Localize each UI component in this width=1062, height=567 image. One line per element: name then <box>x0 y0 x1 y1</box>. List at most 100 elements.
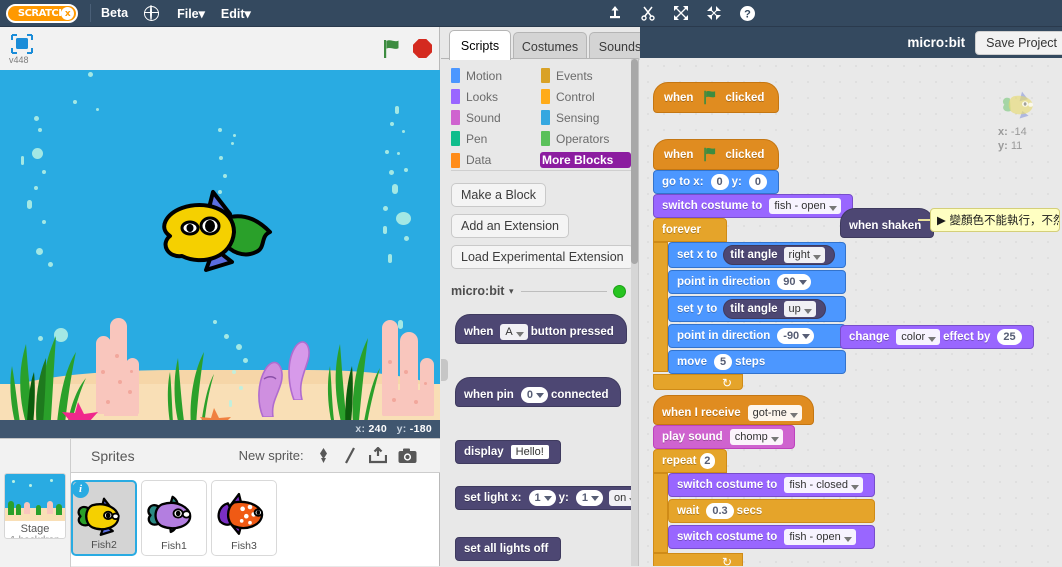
go-to-x-input[interactable]: 0 <box>710 174 729 190</box>
scratch-logo[interactable]: SCRATCH x <box>6 3 78 23</box>
stage[interactable]: x: 240 y: -180 <box>0 70 440 438</box>
palette-scrollbar-thumb[interactable] <box>631 59 638 264</box>
category-events[interactable]: Events <box>541 68 631 83</box>
move-steps-input[interactable]: 5 <box>714 354 733 370</box>
upload-sprite-icon[interactable] <box>368 447 387 464</box>
costume-dropdown[interactable]: fish - closed <box>784 477 864 493</box>
category-pen[interactable]: Pen <box>451 131 541 146</box>
block-when-flag-clicked-1[interactable]: when clicked <box>653 82 780 113</box>
wait-secs-input[interactable]: 0.3 <box>706 503 734 519</box>
block-switch-costume-2[interactable]: switch costume to fish - closed <box>668 473 876 497</box>
block-palette[interactable]: Motion Events Looks Control Sound Sensin… <box>441 58 639 566</box>
save-project-button[interactable]: Save Project <box>975 30 1062 55</box>
message-dropdown[interactable]: got-me <box>747 405 802 421</box>
stage-thumbnail[interactable]: Stage 1 backdrop <box>4 473 66 539</box>
sprite-card-fish2[interactable]: i Fish2 <box>71 480 137 556</box>
reporter-tilt-angle-up[interactable]: tilt angle up <box>723 299 826 319</box>
shrink-icon[interactable] <box>706 5 722 21</box>
effect-dropdown[interactable]: color <box>896 329 941 345</box>
display-text-input[interactable]: Hello! <box>510 445 549 459</box>
sound-dropdown[interactable]: chomp <box>729 429 783 445</box>
green-flag-icon[interactable] <box>382 39 404 62</box>
block-set-y-to[interactable]: set y to tilt angle up <box>668 296 846 322</box>
bubble <box>404 236 409 241</box>
script-comment[interactable]: ▶ 變顏色不能執行，不然... <box>930 208 1060 232</box>
bubble <box>231 142 234 145</box>
reporter-tilt-angle-right[interactable]: tilt angle right <box>723 245 835 265</box>
extension-name-label: micro:bit <box>451 284 505 298</box>
repeat-count-input[interactable]: 2 <box>699 453 715 469</box>
block-when-flag-clicked-2[interactable]: when clicked <box>653 139 780 170</box>
block-forever[interactable]: forever set x to tilt angle right point … <box>653 218 846 390</box>
block-switch-costume-1[interactable]: switch costume to fish - open <box>653 194 853 218</box>
category-data[interactable]: Data <box>451 152 540 168</box>
sprite-card-fish1[interactable]: Fish1 <box>141 480 207 556</box>
effect-amount-input[interactable]: 25 <box>997 329 1022 345</box>
stamp-icon[interactable] <box>607 5 623 21</box>
palette-scrollbar[interactable] <box>631 59 638 566</box>
sprite-info-badge[interactable]: i <box>72 481 89 498</box>
block-when-i-receive[interactable]: when I receive got-me <box>653 395 814 425</box>
choose-sprite-icon[interactable] <box>315 447 332 464</box>
load-experimental-extension-button[interactable]: Load Experimental Extension <box>451 245 634 269</box>
block-repeat[interactable]: repeat 2 switch costume to fish - closed… <box>653 449 876 566</box>
block-move-steps[interactable]: move 5 steps <box>668 350 846 374</box>
direction-dropdown[interactable]: -90 <box>777 328 815 344</box>
make-a-block-button[interactable]: Make a Block <box>451 183 547 207</box>
block-point-in-direction-2[interactable]: point in direction -90 <box>668 324 846 348</box>
category-looks[interactable]: Looks <box>451 89 541 104</box>
globe-icon[interactable] <box>143 4 160 21</box>
tilt-direction-dropdown[interactable]: up <box>783 301 816 317</box>
block-switch-costume-3[interactable]: switch costume to fish - open <box>668 525 876 549</box>
category-more-blocks[interactable]: More Blocks <box>539 152 631 168</box>
palette-block-set-light[interactable]: set light x: 1 y: 1 on <box>455 486 638 510</box>
light-x-dropdown[interactable]: 1 <box>528 490 556 506</box>
script-canvas[interactable]: x: -14 y: 11 when clicked when clicked g… <box>640 58 1062 566</box>
edit-menu[interactable]: Edit▾ <box>221 6 251 21</box>
green-flag-icon <box>704 90 716 105</box>
tilt-direction-dropdown[interactable]: right <box>783 247 825 263</box>
bubble <box>218 128 222 132</box>
block-when-shaken-script[interactable]: when shaken <box>840 208 935 238</box>
scissors-icon[interactable] <box>640 5 656 21</box>
go-to-y-input[interactable]: 0 <box>748 174 768 190</box>
sprite-fish2-on-stage[interactable] <box>148 170 278 280</box>
grow-icon[interactable] <box>673 5 689 21</box>
category-sensing[interactable]: Sensing <box>541 110 631 125</box>
tab-scripts[interactable]: Scripts <box>449 30 511 60</box>
direction-dropdown[interactable]: 90 <box>777 274 811 290</box>
block-wait-secs[interactable]: wait 0.3 secs <box>668 499 876 523</box>
file-menu[interactable]: File▾ <box>177 6 205 21</box>
stop-icon[interactable] <box>413 39 432 58</box>
category-grid: Motion Events Looks Control Sound Sensin… <box>451 68 631 174</box>
palette-block-when-button-pressed[interactable]: when A button pressed <box>455 314 627 344</box>
palette-block-set-all-lights-off[interactable]: set all lights off <box>455 537 562 561</box>
tab-costumes[interactable]: Costumes <box>513 32 587 60</box>
palette-block-when-pin-connected[interactable]: when pin 0 connected <box>455 377 622 407</box>
sprite-card-fish3[interactable]: Fish3 <box>211 480 277 556</box>
button-dropdown[interactable]: A <box>500 324 528 340</box>
add-an-extension-button[interactable]: Add an Extension <box>451 214 569 238</box>
category-motion[interactable]: Motion <box>451 68 541 83</box>
block-set-x-to[interactable]: set x to tilt angle right <box>668 242 846 268</box>
help-icon[interactable]: ? <box>739 5 756 22</box>
stage-selector-column[interactable]: Stage 1 backdrop <box>0 439 71 567</box>
block-change-effect[interactable]: change color effect by 25 <box>840 325 1034 349</box>
block-play-sound[interactable]: play sound chomp <box>653 425 795 449</box>
palette-resize-handle[interactable] <box>441 359 448 381</box>
category-operators[interactable]: Operators <box>541 131 631 146</box>
costume-dropdown[interactable]: fish - open <box>784 529 856 545</box>
pin-dropdown[interactable]: 0 <box>520 387 548 403</box>
block-go-to-xy[interactable]: go to x: 0 y: 0 <box>653 170 780 194</box>
category-sound[interactable]: Sound <box>451 110 541 125</box>
paint-sprite-icon[interactable] <box>343 447 358 464</box>
camera-sprite-icon[interactable] <box>398 448 417 464</box>
chevron-down-icon[interactable]: ▾ <box>509 286 514 297</box>
category-control[interactable]: Control <box>541 89 631 104</box>
small-stage-icon[interactable] <box>8 32 36 56</box>
costume-dropdown[interactable]: fish - open <box>769 198 841 214</box>
comment-expand-icon[interactable]: ▶ <box>937 213 946 227</box>
light-y-dropdown[interactable]: 1 <box>575 490 603 506</box>
block-point-in-direction-1[interactable]: point in direction 90 <box>668 270 846 294</box>
palette-block-display[interactable]: display Hello! <box>455 440 561 464</box>
